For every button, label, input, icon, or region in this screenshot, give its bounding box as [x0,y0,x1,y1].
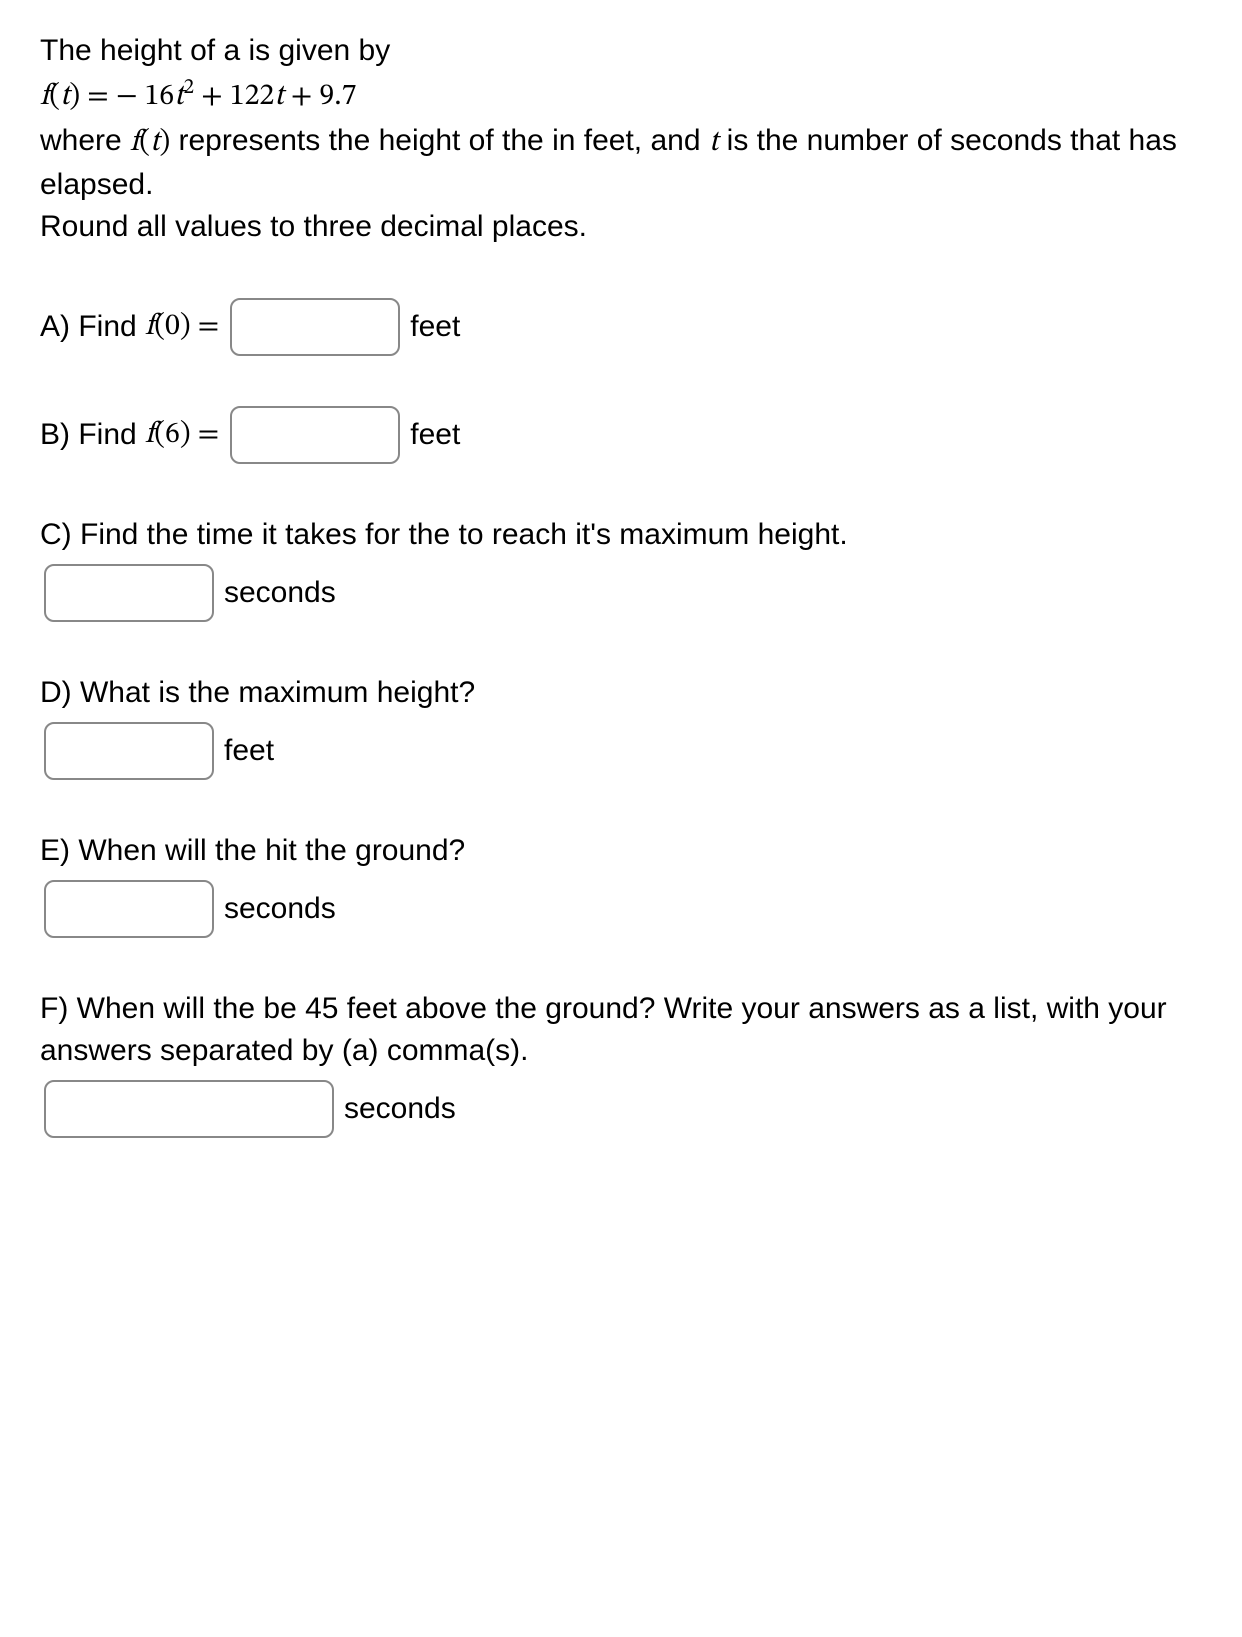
part-d: D) What is the maximum height? feet [40,672,1202,780]
part-e-text: E) When will the hit the ground? [40,830,1202,872]
intro-line1: The height of a is given by [40,30,1202,72]
part-b-unit: feet [410,414,460,456]
formula: f(t) = − 16t2 + 122t + 9.7 [40,74,1202,118]
part-d-unit: feet [224,730,274,772]
part-f-input[interactable] [44,1080,334,1138]
part-b-label: B) Find [40,414,145,456]
formula-arg: t [60,82,69,112]
part-b-input[interactable] [230,406,400,464]
part-f-text: F) When will the be 45 feet above the gr… [40,988,1202,1072]
part-c-unit: seconds [224,572,336,614]
formula-f: f [40,82,49,112]
formula-rhs2: + 122 [194,82,274,112]
part-b-arg: 6 [165,414,180,456]
part-a: A) Find f(0) = feet [40,298,1202,356]
part-a-label: A) Find [40,306,145,348]
part-b: B) Find f(6) = feet [40,406,1202,464]
formula-eq: = [80,82,116,112]
part-a-input[interactable] [230,298,400,356]
part-e: E) When will the hit the ground? seconds [40,830,1202,938]
formula-exp: 2 [184,77,194,98]
part-e-input[interactable] [44,880,214,938]
formula-t2: t [274,82,283,112]
part-c-text: C) Find the time it takes for the to rea… [40,514,1202,556]
formula-rhs1: − 16 [116,82,174,112]
intro-line3: where f(t) represents the height of the … [40,120,1202,206]
part-f-unit: seconds [344,1088,456,1130]
part-c-input[interactable] [44,564,214,622]
part-a-arg: 0 [165,306,180,348]
part-c: C) Find the time it takes for the to rea… [40,514,1202,622]
formula-rhs3: + 9.7 [284,82,357,112]
part-f: F) When will the be 45 feet above the gr… [40,988,1202,1138]
part-e-unit: seconds [224,888,336,930]
part-a-unit: feet [410,306,460,348]
intro-line4: Round all values to three decimal places… [40,206,1202,248]
formula-t1: t [174,82,183,112]
part-d-input[interactable] [44,722,214,780]
part-d-text: D) What is the maximum height? [40,672,1202,714]
problem-intro: The height of a is given by f(t) = − 16t… [40,30,1202,248]
